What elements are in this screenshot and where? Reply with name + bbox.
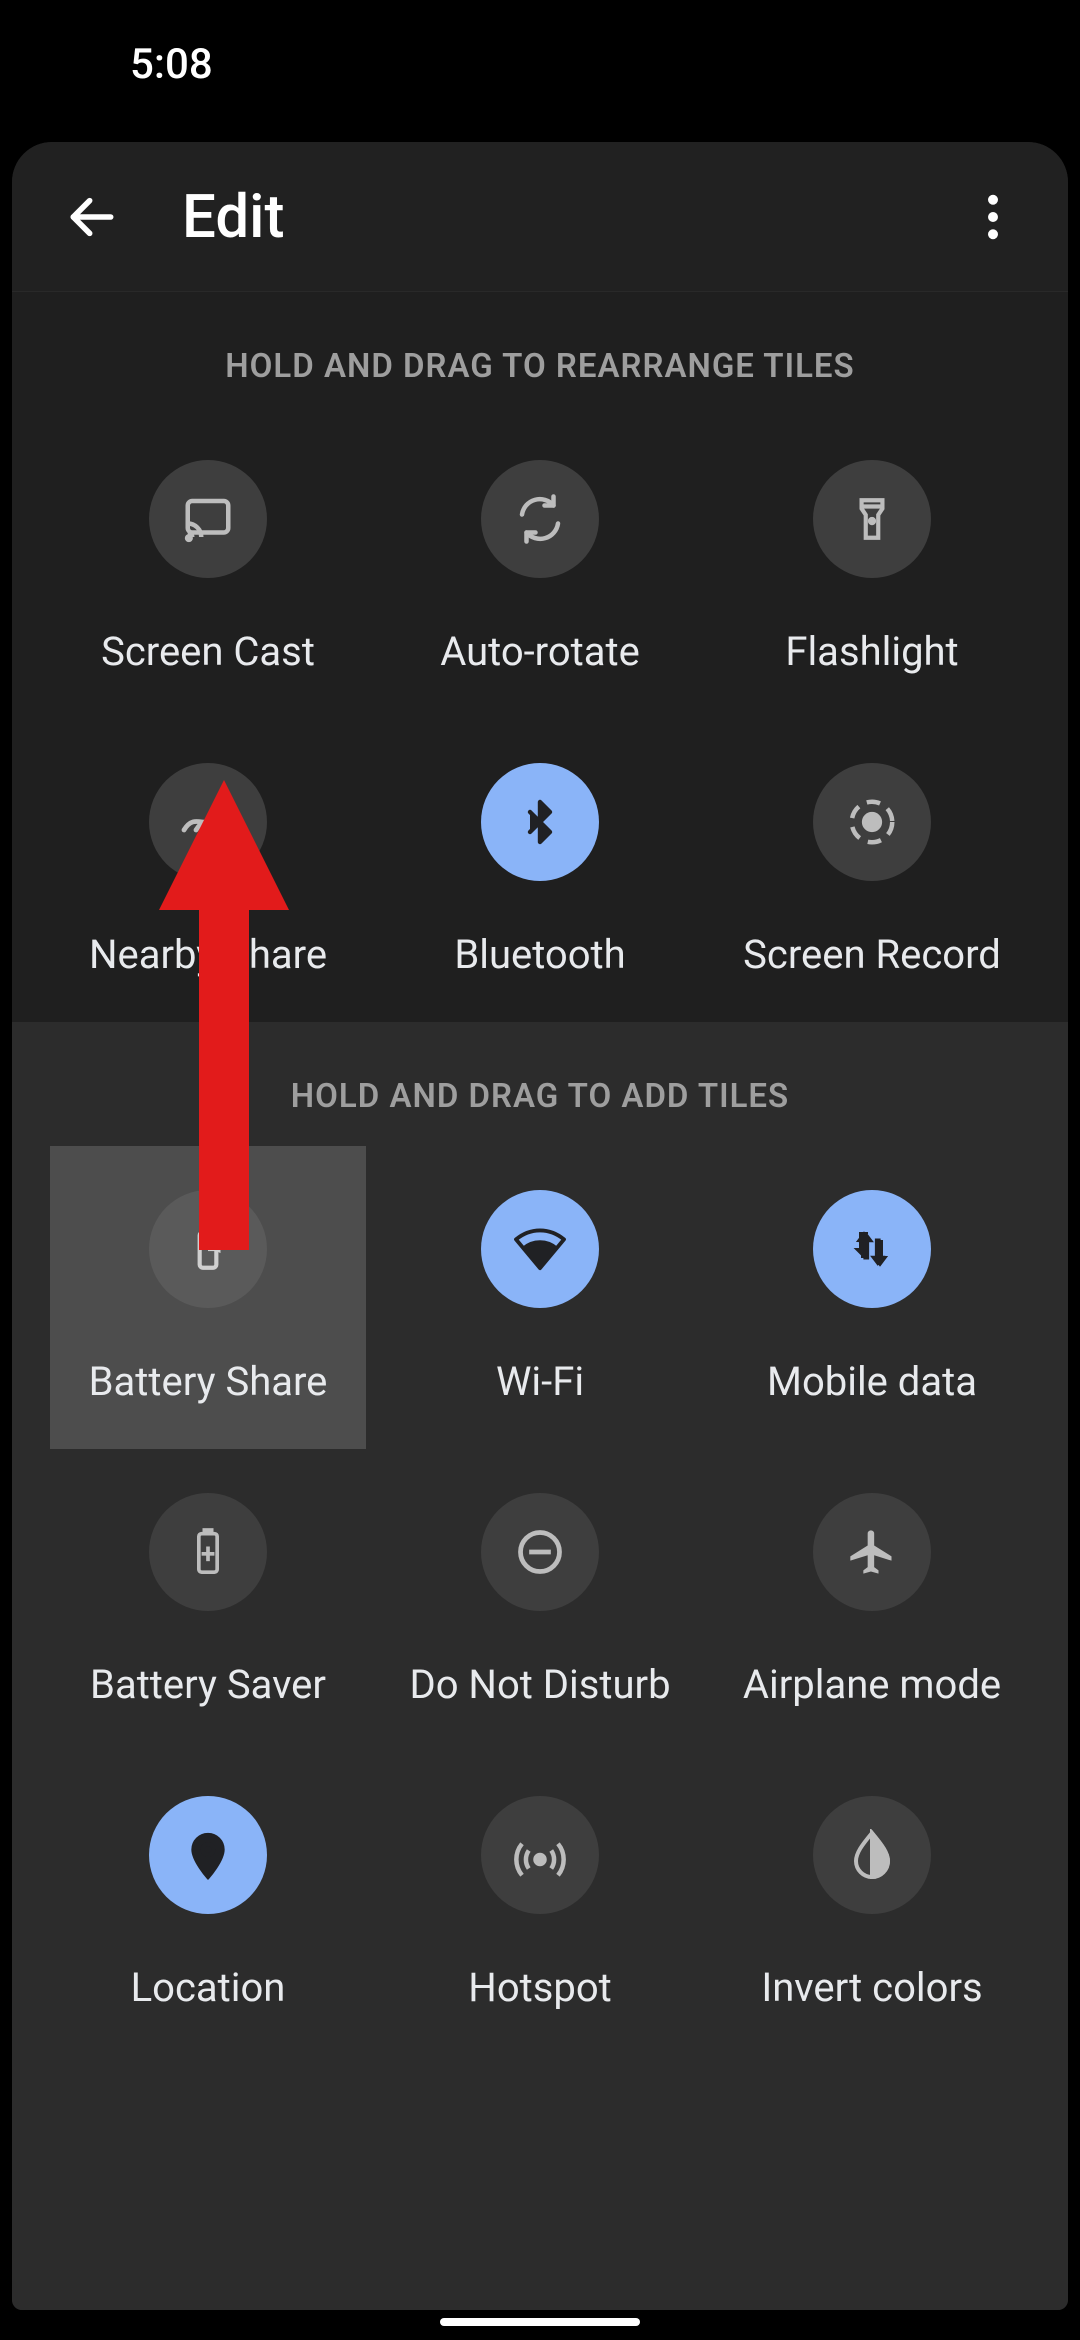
- tile-battery-saver[interactable]: Battery Saver: [42, 1449, 374, 1752]
- invert-colors-icon: [813, 1796, 931, 1914]
- tile-label: Location: [131, 1964, 286, 2011]
- tile-invert-colors[interactable]: Invert colors: [706, 1752, 1038, 2055]
- auto-rotate-icon: [481, 460, 599, 578]
- tile-bluetooth[interactable]: Bluetooth: [374, 719, 706, 1022]
- mobile-data-icon: [813, 1190, 931, 1308]
- tile-wifi[interactable]: Wi-Fi: [374, 1146, 706, 1449]
- tile-label: Wi-Fi: [496, 1358, 584, 1405]
- battery-saver-icon: [149, 1493, 267, 1611]
- tile-nearby-share[interactable]: Nearby Share: [42, 719, 374, 1022]
- page-title: Edit: [182, 181, 958, 252]
- airplane-icon: [813, 1493, 931, 1611]
- qs-edit-panel: Edit HOLD AND DRAG TO REARRANGE TILES Sc…: [12, 142, 1068, 2310]
- tile-label: Do Not Disturb: [409, 1661, 670, 1708]
- tile-label: Nearby Share: [89, 931, 327, 978]
- back-button[interactable]: [52, 177, 132, 257]
- available-tiles-grid: Battery Share Wi-Fi Mobile data B: [12, 1146, 1068, 2055]
- cast-icon: [149, 460, 267, 578]
- tile-auto-rotate[interactable]: Auto-rotate: [374, 416, 706, 719]
- gesture-nav-bar[interactable]: [440, 2318, 640, 2326]
- arrow-back-icon: [64, 189, 120, 245]
- tile-flashlight[interactable]: Flashlight: [706, 416, 1038, 719]
- tile-airplane-mode[interactable]: Airplane mode: [706, 1449, 1038, 1752]
- tile-label: Mobile data: [767, 1358, 977, 1405]
- tile-screen-record[interactable]: Screen Record: [706, 719, 1038, 1022]
- tile-screen-cast[interactable]: Screen Cast: [42, 416, 374, 719]
- tile-label: Flashlight: [785, 628, 958, 675]
- tile-location[interactable]: Location: [42, 1752, 374, 2055]
- tile-label: Battery Saver: [90, 1661, 326, 1708]
- rearrange-hint: HOLD AND DRAG TO REARRANGE TILES: [12, 292, 1068, 416]
- more-options-button[interactable]: [958, 182, 1028, 252]
- tile-label: Hotspot: [468, 1964, 611, 2011]
- flashlight-icon: [813, 460, 931, 578]
- tile-do-not-disturb[interactable]: Do Not Disturb: [374, 1449, 706, 1752]
- nearby-share-icon: [149, 763, 267, 881]
- wifi-icon: [481, 1190, 599, 1308]
- screen-record-icon: [813, 763, 931, 881]
- dnd-icon: [481, 1493, 599, 1611]
- app-bar: Edit: [12, 142, 1068, 292]
- tile-label: Airplane mode: [743, 1661, 1001, 1708]
- tile-label: Screen Record: [743, 931, 1001, 978]
- location-icon: [149, 1796, 267, 1914]
- battery-share-icon: [149, 1190, 267, 1308]
- tile-label: Screen Cast: [101, 628, 315, 675]
- tile-mobile-data[interactable]: Mobile data: [706, 1146, 1038, 1449]
- tile-label: Auto-rotate: [440, 628, 640, 675]
- tile-label: Invert colors: [761, 1964, 982, 2011]
- bluetooth-icon: [481, 763, 599, 881]
- available-tiles-section: HOLD AND DRAG TO ADD TILES Battery Share…: [12, 1022, 1068, 2310]
- status-time: 5:08: [130, 40, 213, 89]
- status-bar: 5:08: [0, 0, 1080, 110]
- hotspot-icon: [481, 1796, 599, 1914]
- tile-label: Bluetooth: [454, 931, 625, 978]
- tile-battery-share[interactable]: Battery Share: [50, 1146, 366, 1449]
- active-tiles-grid: Screen Cast Auto-rotate Flashlight Nearb…: [12, 416, 1068, 1022]
- tile-hotspot[interactable]: Hotspot: [374, 1752, 706, 2055]
- more-vert-icon: [987, 194, 999, 240]
- add-hint: HOLD AND DRAG TO ADD TILES: [12, 1022, 1068, 1146]
- tile-label: Battery Share: [89, 1358, 328, 1405]
